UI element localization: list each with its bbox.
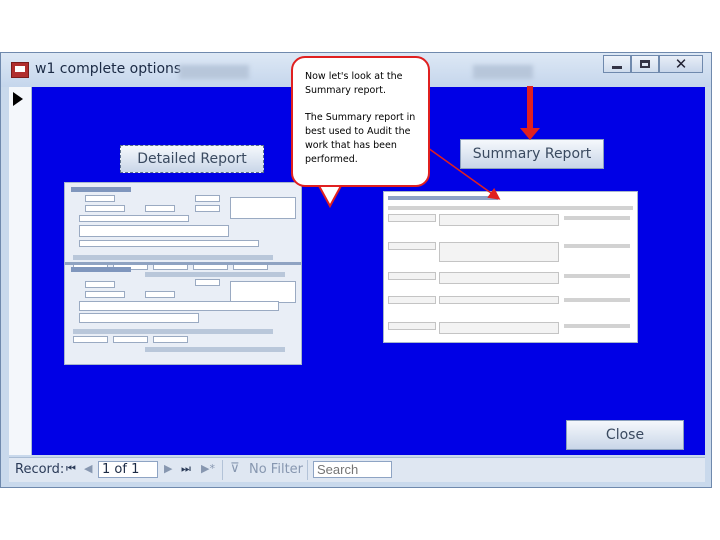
callout-tail <box>316 183 344 209</box>
red-arrow-shaft <box>527 86 533 130</box>
tutorial-callout: Now let's look at the Summary report. Th… <box>291 56 430 187</box>
callout-text-1: Now let's look at the Summary report. <box>305 71 403 96</box>
red-arrow-head <box>520 128 540 140</box>
callout-text-2: The Summary report in best used to Audit… <box>305 112 416 165</box>
callout-pointer-line <box>427 147 501 200</box>
